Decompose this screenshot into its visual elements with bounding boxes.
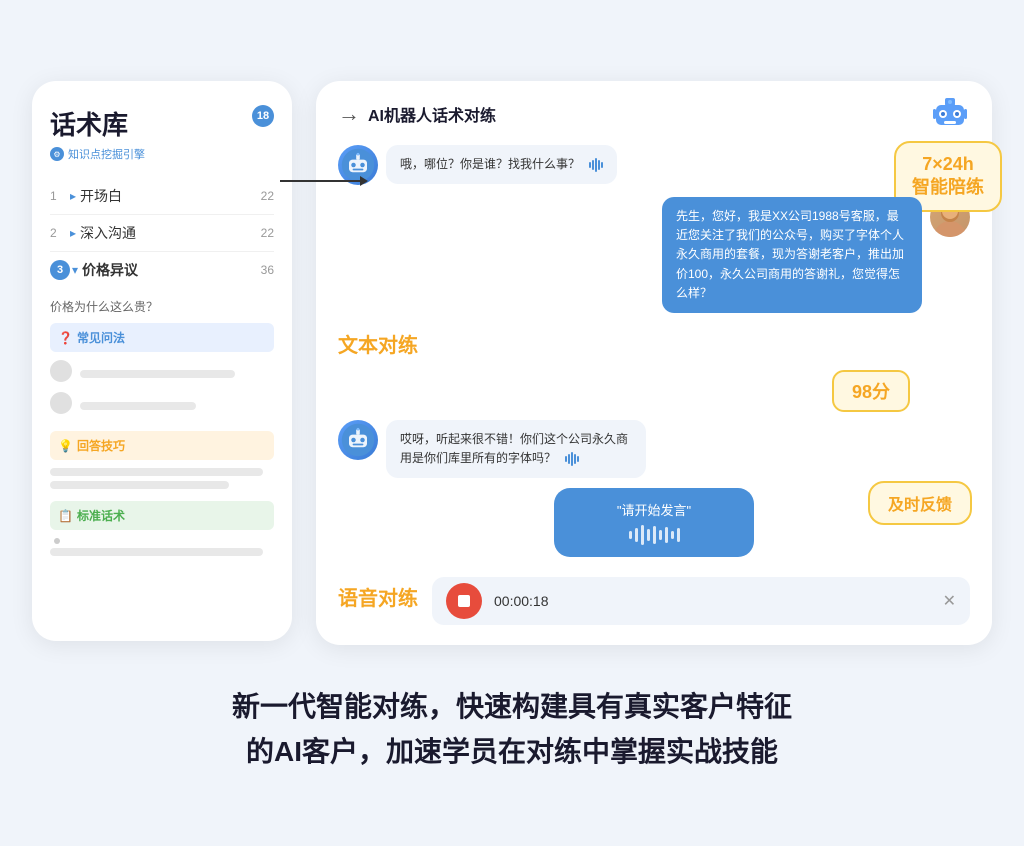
speaking-bubble: "请开始发言" (554, 488, 754, 557)
voice-input-section: 语音对练 00:00:18 ✕ (338, 567, 970, 625)
arrow-left-icon: → (338, 101, 360, 127)
menu-item-2[interactable]: 2 ▸ 深入沟通 22 (50, 215, 274, 252)
faq-content (50, 360, 274, 419)
robot-avatar-2 (338, 420, 378, 460)
message-user-1: 先生，您好，我是XX公司1988号客服，最近您关注了我们的公众号，购买了字体个人… (338, 197, 970, 313)
skeleton-line (50, 481, 229, 489)
subtitle-icon: ⚙ (50, 147, 64, 161)
skeleton-line (50, 548, 263, 556)
faq-icon: ❓ (58, 331, 73, 345)
menu-arrow-icon: ▸ (70, 226, 76, 240)
main-illustration: 话术库 ⚙ 知识点挖掘引擎 18 1 ▸ 开场白 22 2 ▸ 深入沟通 22 … (32, 81, 992, 645)
bubble-robot-1: 哦，哪位？你是谁？找我什么事？ (386, 145, 617, 184)
bottom-line-1: 新一代智能对练，快速构建具有真实客户特征 (232, 685, 792, 730)
person-icon (50, 392, 72, 414)
person-icon (50, 360, 72, 382)
standard-icon: 📋 (58, 509, 73, 523)
arrowhead-icon (360, 176, 368, 186)
score-row: 98分 (338, 370, 970, 412)
connector-arrow (280, 176, 368, 186)
feedback-badge: 及时反馈 (868, 481, 972, 525)
menu-num-active: 3 (50, 260, 70, 280)
menu-label: 深入沟通 (80, 223, 261, 243)
message-robot-2: 哎呀，听起来很不错！你们这个公司永久商用是你们库里所有的字体吗？ (338, 420, 970, 478)
panel-title: 话术库 (50, 105, 274, 142)
text-drill-label: 文本对练 (338, 329, 970, 358)
section-tips: 💡 回答技巧 (50, 431, 274, 460)
menu-label: 价格异议 (82, 260, 261, 280)
close-icon[interactable]: ✕ (943, 591, 956, 611)
skeleton-line (50, 468, 263, 476)
menu-count: 22 (261, 189, 274, 203)
chat-header: → AI机器人话术对练 (338, 101, 970, 127)
voice-drill-label: 语音对练 (338, 582, 418, 611)
stop-icon (458, 595, 470, 607)
menu-count: 36 (261, 263, 274, 277)
voice-input-row: 00:00:18 ✕ (432, 577, 970, 625)
skeleton-line (80, 402, 196, 410)
menu-count: 22 (261, 226, 274, 240)
question-text: 价格为什么这么贵？ (50, 298, 274, 315)
menu-item-3[interactable]: 3 ▾ 价格异议 36 (50, 252, 274, 288)
connector-line (280, 180, 360, 182)
bottom-line-2: 的AI客户，加速学员在对练中掌握实战技能 (232, 730, 792, 775)
tips-content (50, 468, 274, 489)
record-stop-button[interactable] (446, 583, 482, 619)
speaking-text: "请开始发言" (574, 500, 734, 519)
bubble-robot-2: 哎呀，听起来很不错！你们这个公司永久商用是你们库里所有的字体吗？ (386, 420, 646, 478)
menu-label: 开场白 (80, 186, 261, 206)
section-faq: ❓ 常见问法 (50, 323, 274, 352)
count-badge: 18 (252, 105, 274, 127)
menu-item-1[interactable]: 1 ▸ 开场白 22 (50, 178, 274, 215)
panel-subtitle: ⚙ 知识点挖掘引擎 (50, 146, 274, 162)
tips-icon: 💡 (58, 439, 73, 453)
dot-bullet (54, 538, 60, 544)
message-robot-1: 哦，哪位？你是谁？找我什么事？ (338, 145, 970, 185)
menu-num: 1 (50, 189, 70, 203)
menu-num: 2 (50, 226, 70, 240)
right-chat-panel: 7×24h 智能陪练 → AI机器人话术对练 (316, 81, 992, 645)
bubble-user-1: 先生，您好，我是XX公司1988号客服，最近您关注了我们的公众号，购买了字体个人… (662, 197, 922, 313)
timer-display: 00:00:18 (494, 593, 549, 609)
left-phone-panel: 话术库 ⚙ 知识点挖掘引擎 18 1 ▸ 开场白 22 2 ▸ 深入沟通 22 … (32, 81, 292, 641)
wave-visual (574, 525, 734, 545)
sound-wave-icon (589, 158, 603, 172)
chat-messages: 哦，哪位？你是谁？找我什么事？ (338, 145, 970, 313)
robot-top-icon (930, 97, 970, 134)
menu-arrow-icon: ▾ (72, 263, 78, 277)
score-badge: 98分 (832, 370, 910, 412)
standard-content (50, 538, 274, 556)
menu-arrow-icon: ▸ (70, 189, 76, 203)
chat-title: AI机器人话术对练 (368, 102, 496, 126)
bottom-description: 新一代智能对练，快速构建具有真实客户特征 的AI客户，加速学员在对练中掌握实战技… (232, 685, 792, 775)
sound-wave-2-icon (565, 452, 579, 466)
skeleton-line (80, 370, 235, 378)
section-standard: 📋 标准话术 (50, 501, 274, 530)
